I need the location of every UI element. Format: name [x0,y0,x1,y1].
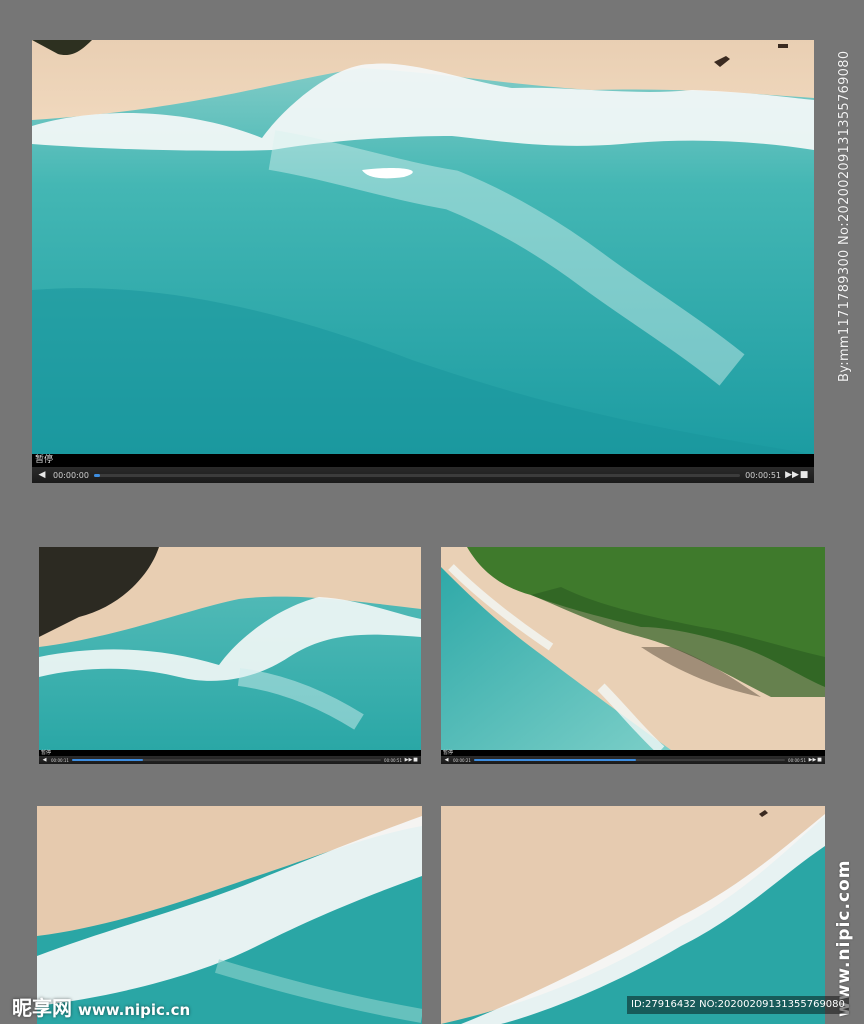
player-controls: ◀ 00:00:11 00:00:51 ▶▶ ■ [39,756,421,764]
video-frame-1[interactable] [39,547,421,750]
beach-forest-image [441,547,825,750]
rewind-icon: ◀ [38,470,46,480]
nipic-logo: 昵享网 www.nipic.cn [12,992,190,1022]
current-time: 00:00:00 [53,470,89,480]
fast-forward-button[interactable]: ▶▶ [785,467,799,483]
nipic-logo-brand: 昵享网 [12,996,72,1020]
video-thumbnail-4[interactable] [441,806,825,1024]
beach-wave-image-4 [441,806,825,1024]
nipic-logo-url: www.nipic.cn [78,1001,191,1019]
total-time: 00:00:51 [384,757,402,763]
rewind-icon: ◀ [42,757,47,763]
main-video-player[interactable]: 暂停 ◀ 00:00:00 00:00:51 ▶▶ ■ [32,40,814,483]
video-thumbnail-player-1[interactable]: 暂停 ◀ 00:00:11 00:00:51 ▶▶ ■ [39,547,421,764]
video-frame-2[interactable] [441,547,825,750]
player-status-label: 暂停 [32,454,814,467]
stop-button[interactable]: ■ [816,756,823,764]
gallery-page: 暂停 ◀ 00:00:00 00:00:51 ▶▶ ■ 暂停 ◀ 00:00:1… [0,0,864,1024]
player-controls: ◀ 00:00:00 00:00:51 ▶▶ ■ [32,467,814,483]
stop-icon: ■ [799,470,809,480]
stop-icon: ■ [413,757,418,763]
total-time: 00:00:51 [745,470,781,480]
author-watermark-text: By:mm1171789300 No:20200209131355769080 [837,50,852,382]
author-watermark: By:mm1171789300 No:20200209131355769080 [822,12,864,392]
rewind-button[interactable]: ◀ [443,756,450,764]
player-controls: ◀ 00:00:21 00:00:51 ▶▶ ■ [441,756,825,764]
beach-wave-image-1 [39,547,421,750]
current-time: 00:00:11 [51,757,69,763]
site-watermark: www.nipic.com [822,812,862,1024]
site-watermark-text: www.nipic.com [834,859,854,1017]
video-thumbnail-player-2[interactable]: 暂停 ◀ 00:00:21 00:00:51 ▶▶ ■ [441,547,825,764]
rewind-button[interactable]: ◀ [36,467,48,483]
rewind-icon: ◀ [444,757,449,763]
seek-bar[interactable] [93,473,741,477]
fast-forward-button[interactable]: ▶▶ [405,756,413,764]
stop-button[interactable]: ■ [412,756,419,764]
seek-bar[interactable] [71,759,382,761]
seek-progress [93,473,101,477]
stop-icon: ■ [817,757,822,763]
seek-bar[interactable] [473,759,786,761]
seek-progress [71,759,144,761]
beach-aerial-image [32,40,814,454]
main-video-frame[interactable] [32,40,814,454]
fast-forward-button[interactable]: ▶▶ [809,756,817,764]
seek-progress [473,759,636,761]
rewind-button[interactable]: ◀ [41,756,48,764]
current-time: 00:00:21 [453,757,471,763]
total-time: 00:00:51 [788,757,806,763]
image-id-badge: ID:27916432 NO:20200209131355769080 [627,996,849,1014]
stop-button[interactable]: ■ [798,467,810,483]
fast-forward-icon: ▶▶ [785,470,799,480]
